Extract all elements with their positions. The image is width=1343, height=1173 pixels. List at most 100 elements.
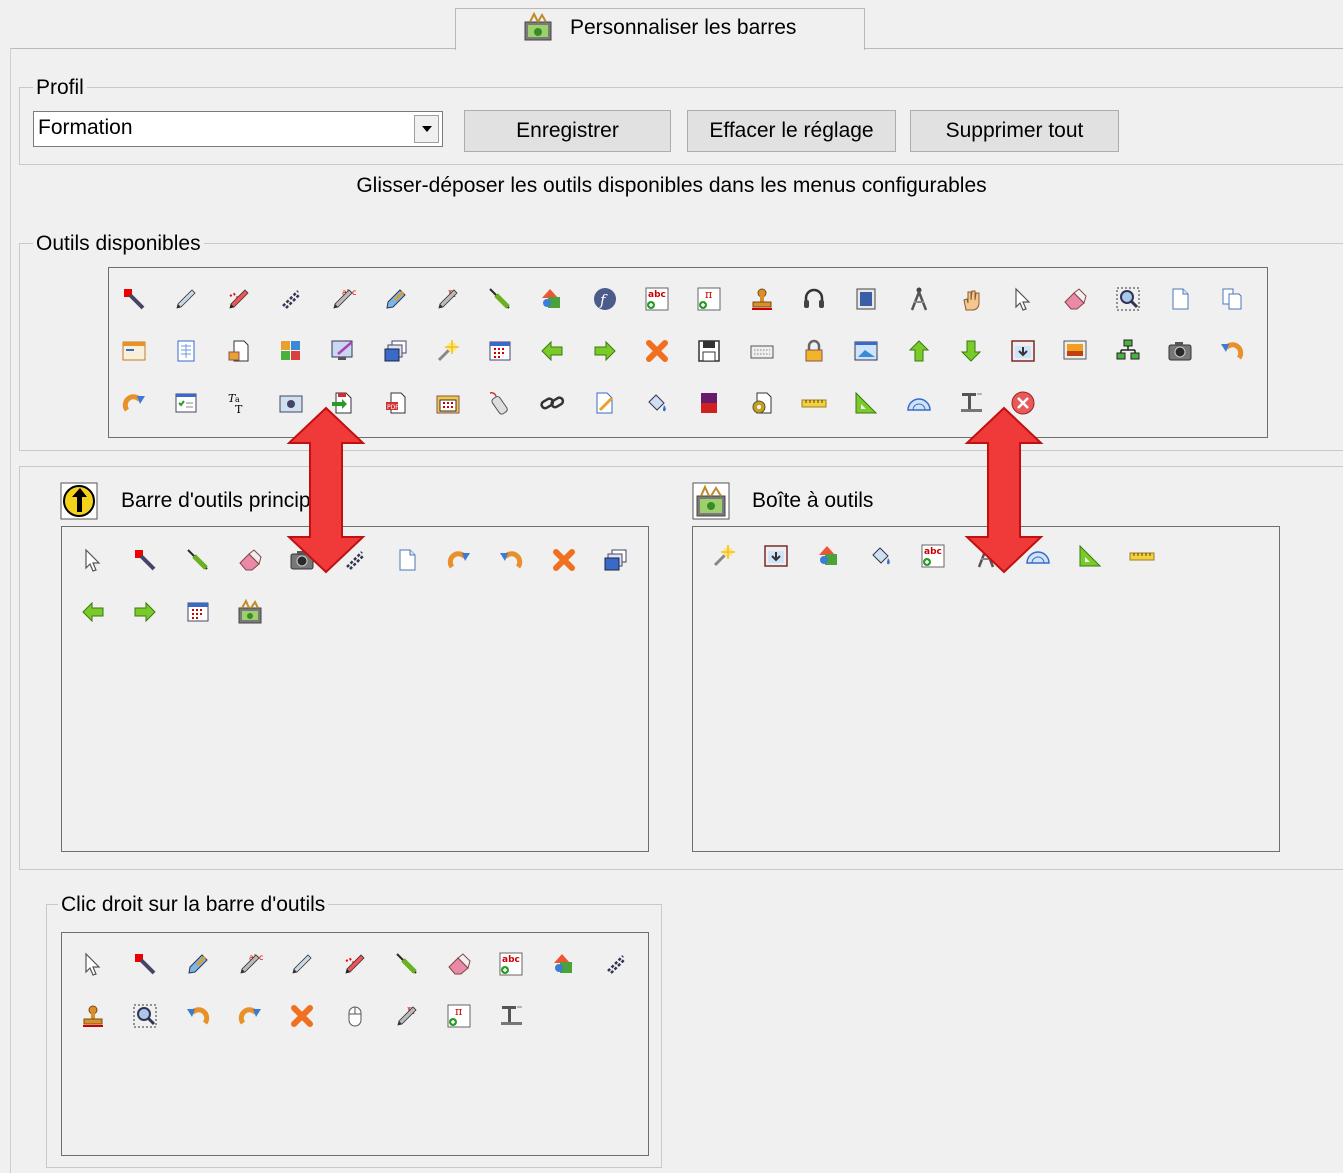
arrow-left-icon[interactable]	[539, 338, 565, 364]
pi-table-icon[interactable]: π	[696, 286, 722, 312]
stamp-icon[interactable]	[80, 1003, 106, 1029]
protractor-icon[interactable]	[906, 390, 932, 416]
cursor-icon[interactable]	[80, 951, 106, 977]
calendar-grid-icon[interactable]	[487, 338, 513, 364]
magic-wand-icon[interactable]	[711, 543, 737, 569]
delete-x-icon[interactable]	[551, 547, 577, 573]
undo-icon[interactable]	[1219, 338, 1245, 364]
highlighter-icon[interactable]	[383, 286, 409, 312]
flash-icon[interactable]: f	[592, 286, 618, 312]
delete-x-icon[interactable]	[289, 1003, 315, 1029]
folder-grid-icon[interactable]	[435, 390, 461, 416]
save-button[interactable]: Enregistrer	[464, 110, 671, 152]
right-click-box[interactable]: abc abc π π	[61, 932, 649, 1156]
copy-page-icon[interactable]	[1219, 286, 1245, 312]
window-image-icon[interactable]	[853, 338, 879, 364]
arrow-down-icon[interactable]	[958, 338, 984, 364]
pi-pen-icon[interactable]: π	[394, 1003, 420, 1029]
ruler-icon[interactable]	[1129, 543, 1155, 569]
gradient-icon[interactable]	[696, 390, 722, 416]
green-pen-icon[interactable]	[185, 547, 211, 573]
link-icon[interactable]	[539, 390, 565, 416]
undo-icon[interactable]	[498, 547, 524, 573]
redo-icon[interactable]	[121, 390, 147, 416]
pdf-export-icon[interactable]: PDF	[383, 390, 409, 416]
compass-icon[interactable]	[906, 286, 932, 312]
fill-bucket-icon[interactable]	[644, 390, 670, 416]
magic-wand-icon[interactable]	[435, 338, 461, 364]
shapes-icon[interactable]	[551, 951, 577, 977]
available-tools-box[interactable]: abc π f abc π TaT PDF	[108, 267, 1268, 438]
shapes-icon[interactable]	[539, 286, 565, 312]
fill-bucket-icon[interactable]	[868, 543, 894, 569]
set-square-icon[interactable]	[1077, 543, 1103, 569]
pi-table-icon[interactable]: π	[446, 1003, 472, 1029]
video-frame-icon[interactable]	[853, 286, 879, 312]
page-color-icon[interactable]	[278, 338, 304, 364]
hand-icon[interactable]	[958, 286, 984, 312]
eraser-icon[interactable]	[1062, 286, 1088, 312]
text-table-icon[interactable]: abc	[644, 286, 670, 312]
undo-icon[interactable]	[185, 1003, 211, 1029]
reset-setting-button[interactable]: Effacer le réglage	[687, 110, 896, 152]
document-grid-icon[interactable]	[173, 338, 199, 364]
arrow-up-icon[interactable]	[906, 338, 932, 364]
page-icon[interactable]	[394, 547, 420, 573]
delete-x-icon[interactable]	[644, 338, 670, 364]
gear-page-icon[interactable]	[749, 390, 775, 416]
layers-icon[interactable]	[603, 547, 629, 573]
toolbox-icon[interactable]	[237, 599, 263, 625]
pi-pen-icon[interactable]: π	[435, 286, 461, 312]
save-icon[interactable]	[696, 338, 722, 364]
shapes-icon[interactable]	[816, 543, 842, 569]
mouse-icon[interactable]	[342, 1003, 368, 1029]
calendar-grid-icon[interactable]	[185, 599, 211, 625]
beam-icon[interactable]	[498, 1003, 524, 1029]
pen-red-icon[interactable]	[132, 951, 158, 977]
green-pen-icon[interactable]	[394, 951, 420, 977]
checklist-icon[interactable]	[173, 390, 199, 416]
image-frame-icon[interactable]	[1062, 338, 1088, 364]
window-icon[interactable]	[121, 338, 147, 364]
edit-screen-icon[interactable]	[330, 338, 356, 364]
text-table-icon[interactable]: abc	[920, 543, 946, 569]
camera-icon[interactable]	[1167, 338, 1193, 364]
abc-pen-icon[interactable]: abc	[330, 286, 356, 312]
set-square-icon[interactable]	[853, 390, 879, 416]
screen-down-icon[interactable]	[763, 543, 789, 569]
highlighter-icon[interactable]	[185, 951, 211, 977]
pen-red-icon[interactable]	[121, 286, 147, 312]
page-export-icon[interactable]	[226, 338, 252, 364]
text-format-icon[interactable]: TaT	[226, 390, 252, 416]
lock-icon[interactable]	[801, 338, 827, 364]
pen-red-icon[interactable]	[132, 547, 158, 573]
green-pen-icon[interactable]	[487, 286, 513, 312]
eraser-icon[interactable]	[237, 547, 263, 573]
redo-icon[interactable]	[237, 1003, 263, 1029]
line-pen-icon[interactable]	[278, 286, 304, 312]
page-icon[interactable]	[1167, 286, 1193, 312]
arrow-left-icon[interactable]	[80, 599, 106, 625]
eraser-icon[interactable]	[446, 951, 472, 977]
redo-icon[interactable]	[446, 547, 472, 573]
keyboard-icon[interactable]	[749, 338, 775, 364]
arrow-right-icon[interactable]	[592, 338, 618, 364]
network-icon[interactable]	[1115, 338, 1141, 364]
layers-icon[interactable]	[383, 338, 409, 364]
cursor-icon[interactable]	[1010, 286, 1036, 312]
delete-all-button[interactable]: Supprimer tout	[910, 110, 1119, 152]
cursor-icon[interactable]	[80, 547, 106, 573]
ruler-icon[interactable]	[801, 390, 827, 416]
arrow-right-icon[interactable]	[132, 599, 158, 625]
text-table-icon[interactable]: abc	[498, 951, 524, 977]
zoom-select-icon[interactable]	[1115, 286, 1141, 312]
pencil-icon[interactable]	[289, 951, 315, 977]
page-edit-icon[interactable]	[592, 390, 618, 416]
headphones-icon[interactable]	[801, 286, 827, 312]
abc-pen-icon[interactable]: abc	[237, 951, 263, 977]
screen-down-icon[interactable]	[1010, 338, 1036, 364]
line-pen-icon[interactable]	[603, 951, 629, 977]
remote-icon[interactable]	[487, 390, 513, 416]
stamp-icon[interactable]	[749, 286, 775, 312]
zoom-select-icon[interactable]	[132, 1003, 158, 1029]
